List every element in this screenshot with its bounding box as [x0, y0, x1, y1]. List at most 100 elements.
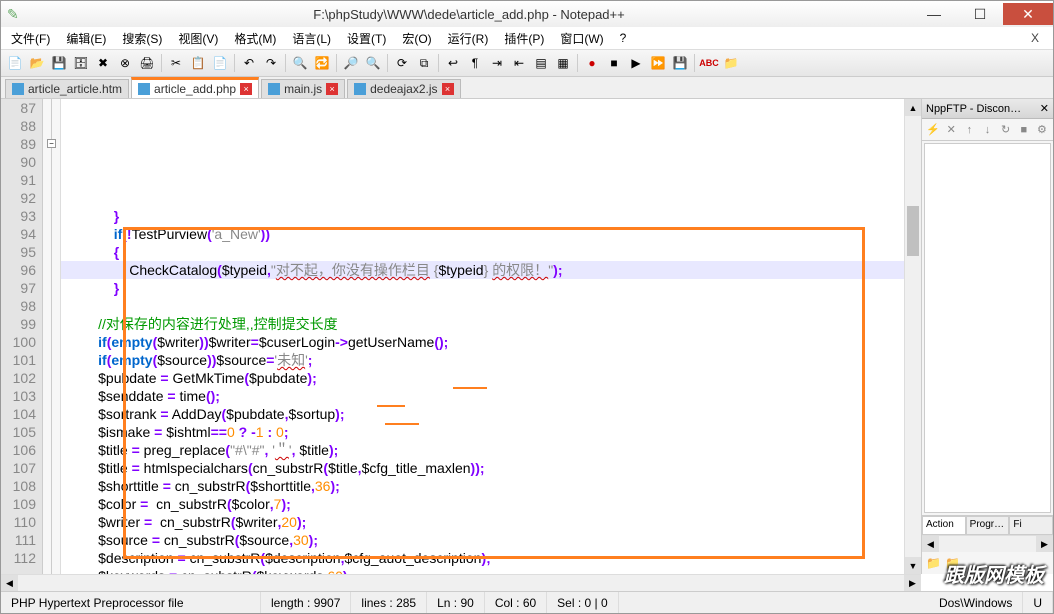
- vertical-scrollbar[interactable]: ▲ ▼: [904, 99, 921, 574]
- close-all-icon[interactable]: ⊗: [115, 53, 135, 73]
- code-line[interactable]: if(empty($writer))$writer=$cuserLogin->g…: [61, 333, 904, 351]
- code-line[interactable]: $keywords = cn_substrR($keywords,60);: [61, 567, 904, 574]
- disconnect-icon[interactable]: ✕: [944, 122, 958, 138]
- code-line[interactable]: if(empty($source))$source='未知';: [61, 351, 904, 369]
- tab-main-js[interactable]: main.js ×: [261, 79, 345, 98]
- indent-icon[interactable]: ⇥: [487, 53, 507, 73]
- clone-icon[interactable]: ⧉: [414, 53, 434, 73]
- zoom-in-icon[interactable]: 🔎: [341, 53, 361, 73]
- record-icon[interactable]: ●: [582, 53, 602, 73]
- close-file-icon[interactable]: ✖: [93, 53, 113, 73]
- code-line[interactable]: $ismake = $ishtml==0 ? -1 : 0;: [61, 423, 904, 441]
- minimize-button[interactable]: —: [911, 3, 957, 25]
- code-line[interactable]: $shorttitle = cn_substrR($shorttitle,36)…: [61, 477, 904, 495]
- menu-view[interactable]: 视图(V): [172, 28, 224, 49]
- tab-article-add[interactable]: article_add.php ×: [131, 77, 259, 98]
- menu-plugins[interactable]: 插件(P): [498, 28, 550, 49]
- tab-article-article[interactable]: article_article.htm: [5, 79, 129, 98]
- code-line[interactable]: }: [61, 279, 904, 297]
- panel-close-icon[interactable]: ✕: [1040, 102, 1049, 115]
- panel-tab-progress[interactable]: Progr…: [966, 516, 1010, 535]
- sync-icon[interactable]: ⟳: [392, 53, 412, 73]
- panel-tab-action[interactable]: Action: [922, 516, 966, 535]
- fold-minus-icon[interactable]: −: [47, 139, 56, 148]
- code-line[interactable]: $description = cn_substrR($description,$…: [61, 549, 904, 567]
- unfold-icon[interactable]: ▦: [553, 53, 573, 73]
- tab-close-icon[interactable]: ×: [442, 83, 454, 95]
- save-macro-icon[interactable]: 💾: [670, 53, 690, 73]
- titlebar[interactable]: ✎ F:\phpStudy\WWW\dede\article_add.php -…: [1, 1, 1053, 27]
- stop-icon[interactable]: ■: [604, 53, 624, 73]
- code-line[interactable]: $title = htmlspecialchars(cn_substrR($ti…: [61, 459, 904, 477]
- menu-format[interactable]: 格式(M): [228, 28, 282, 49]
- code-line[interactable]: $source = cn_substrR($source,30);: [61, 531, 904, 549]
- code-line[interactable]: $writer = cn_substrR($writer,20);: [61, 513, 904, 531]
- menu-file[interactable]: 文件(F): [5, 28, 56, 49]
- connect-icon[interactable]: ⚡: [926, 122, 940, 138]
- menu-window[interactable]: 窗口(W): [554, 28, 609, 49]
- menu-run[interactable]: 运行(R): [442, 28, 495, 49]
- panel-tree[interactable]: [924, 143, 1051, 513]
- fast-icon[interactable]: ⏩: [648, 53, 668, 73]
- panel-title[interactable]: NppFTP - Discon… ✕: [922, 99, 1053, 119]
- show-all-icon[interactable]: ¶: [465, 53, 485, 73]
- print-icon[interactable]: 🖨: [137, 53, 157, 73]
- code-line[interactable]: [61, 297, 904, 315]
- menu-edit[interactable]: 编辑(E): [60, 28, 112, 49]
- zoom-out-icon[interactable]: 🔍: [363, 53, 383, 73]
- find-icon[interactable]: 🔍: [290, 53, 310, 73]
- undo-icon[interactable]: ↶: [239, 53, 259, 73]
- tab-close-icon[interactable]: ×: [326, 83, 338, 95]
- code-area[interactable]: } if(!TestPurview('a_New')) { CheckCatal…: [61, 99, 904, 574]
- redo-icon[interactable]: ↷: [261, 53, 281, 73]
- editor-hscroll[interactable]: ◀ ▶: [1, 574, 921, 591]
- tab-close-icon[interactable]: ×: [240, 83, 252, 95]
- spellcheck-icon[interactable]: ABC: [699, 53, 719, 73]
- menu-search[interactable]: 搜索(S): [116, 28, 168, 49]
- open-file-icon[interactable]: 📂: [27, 53, 47, 73]
- fold-icon[interactable]: ▤: [531, 53, 551, 73]
- scroll-left-icon[interactable]: ◀: [922, 536, 939, 552]
- fold-column[interactable]: −: [43, 99, 61, 574]
- panel-hscroll[interactable]: ◀ ▶: [922, 535, 1053, 552]
- code-line[interactable]: CheckCatalog($typeid,"对不起，你没有操作栏目 {$type…: [61, 261, 904, 279]
- refresh-icon[interactable]: ↻: [999, 122, 1013, 138]
- menu-language[interactable]: 语言(L): [286, 28, 337, 49]
- code-line[interactable]: }: [61, 207, 904, 225]
- code-line[interactable]: $sortrank = AddDay($pubdate,$sortup);: [61, 405, 904, 423]
- panel-tab-file[interactable]: Fi: [1009, 516, 1053, 535]
- play-icon[interactable]: ▶: [626, 53, 646, 73]
- download-icon[interactable]: ↓: [980, 122, 994, 138]
- replace-icon[interactable]: 🔁: [312, 53, 332, 73]
- settings-icon[interactable]: ⚙: [1035, 122, 1049, 138]
- code-line[interactable]: //对保存的内容进行处理,,控制提交长度: [61, 315, 904, 333]
- new-file-icon[interactable]: 📄: [5, 53, 25, 73]
- scroll-left-icon[interactable]: ◀: [1, 575, 18, 591]
- tab-dedeajax2-js[interactable]: dedeajax2.js ×: [347, 79, 460, 98]
- close-button[interactable]: ✕: [1003, 3, 1053, 25]
- code-line[interactable]: $color = cn_substrR($color,7);: [61, 495, 904, 513]
- menu-help[interactable]: ?: [614, 29, 633, 47]
- code-line[interactable]: $pubdate = GetMkTime($pubdate);: [61, 369, 904, 387]
- maximize-button[interactable]: ☐: [957, 3, 1003, 25]
- outdent-icon[interactable]: ⇤: [509, 53, 529, 73]
- menu-settings[interactable]: 设置(T): [341, 28, 392, 49]
- cut-icon[interactable]: ✂: [166, 53, 186, 73]
- code-line[interactable]: if(!TestPurview('a_New')): [61, 225, 904, 243]
- code-line[interactable]: $senddate = time();: [61, 387, 904, 405]
- paste-icon[interactable]: 📄: [210, 53, 230, 73]
- abort-icon[interactable]: ■: [1017, 122, 1031, 138]
- save-icon[interactable]: 💾: [49, 53, 69, 73]
- code-line[interactable]: {: [61, 243, 904, 261]
- menubar-close-x[interactable]: X: [1021, 29, 1049, 47]
- save-all-icon[interactable]: 🗄: [71, 53, 91, 73]
- scroll-thumb[interactable]: [907, 206, 919, 256]
- wrap-icon[interactable]: ↩: [443, 53, 463, 73]
- scroll-up-icon[interactable]: ▲: [905, 99, 921, 116]
- scroll-right-icon[interactable]: ▶: [904, 575, 921, 591]
- code-line[interactable]: $title = preg_replace("#\"#", '＂', $titl…: [61, 441, 904, 459]
- upload-icon[interactable]: ↑: [962, 122, 976, 138]
- copy-icon[interactable]: 📋: [188, 53, 208, 73]
- menu-macro[interactable]: 宏(O): [396, 28, 437, 49]
- scroll-down-icon[interactable]: ▼: [905, 557, 921, 574]
